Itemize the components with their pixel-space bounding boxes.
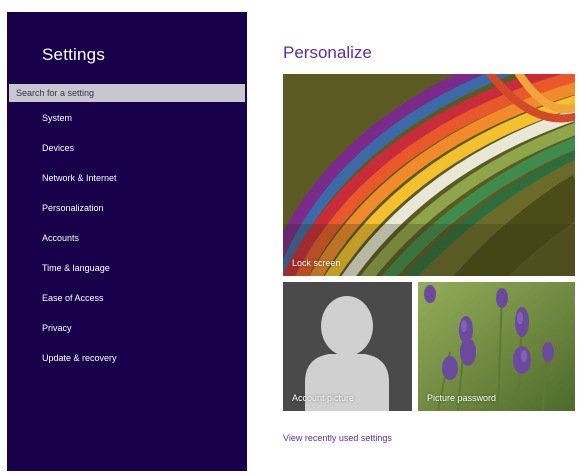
view-recent-settings-link[interactable]: View recently used settings xyxy=(283,433,392,443)
user-silhouette-icon xyxy=(283,282,412,411)
sidebar-item-devices[interactable]: Devices xyxy=(42,143,74,153)
sidebar-item-privacy[interactable]: Privacy xyxy=(42,323,72,333)
search-input[interactable] xyxy=(16,88,245,98)
sidebar-item-update-recovery[interactable]: Update & recovery xyxy=(42,353,117,363)
lock-screen-image xyxy=(283,74,575,276)
picture-password-tile[interactable]: Picture password xyxy=(418,282,575,411)
sidebar-item-system[interactable]: System xyxy=(42,113,72,123)
settings-sidebar: Settings System Devices Network & Intern… xyxy=(7,12,247,471)
sidebar-item-accounts[interactable]: Accounts xyxy=(42,233,79,243)
sidebar-item-personalization[interactable]: Personalization xyxy=(42,203,104,213)
sidebar-item-network[interactable]: Network & Internet xyxy=(42,173,117,183)
lavender-image xyxy=(418,282,575,411)
picture-password-label: Picture password xyxy=(427,393,497,403)
account-picture-label: Account picture xyxy=(292,393,355,403)
sidebar-title: Settings xyxy=(42,45,106,64)
lock-screen-tile[interactable]: Lock screen xyxy=(283,74,575,276)
sidebar-item-ease-of-access[interactable]: Ease of Access xyxy=(42,293,104,303)
sidebar-item-time-language[interactable]: Time & language xyxy=(42,263,110,273)
account-picture-tile[interactable]: Account picture xyxy=(283,282,412,411)
page-title: Personalize xyxy=(283,43,372,62)
lock-screen-label: Lock screen xyxy=(292,258,341,268)
search-box[interactable] xyxy=(9,84,245,102)
